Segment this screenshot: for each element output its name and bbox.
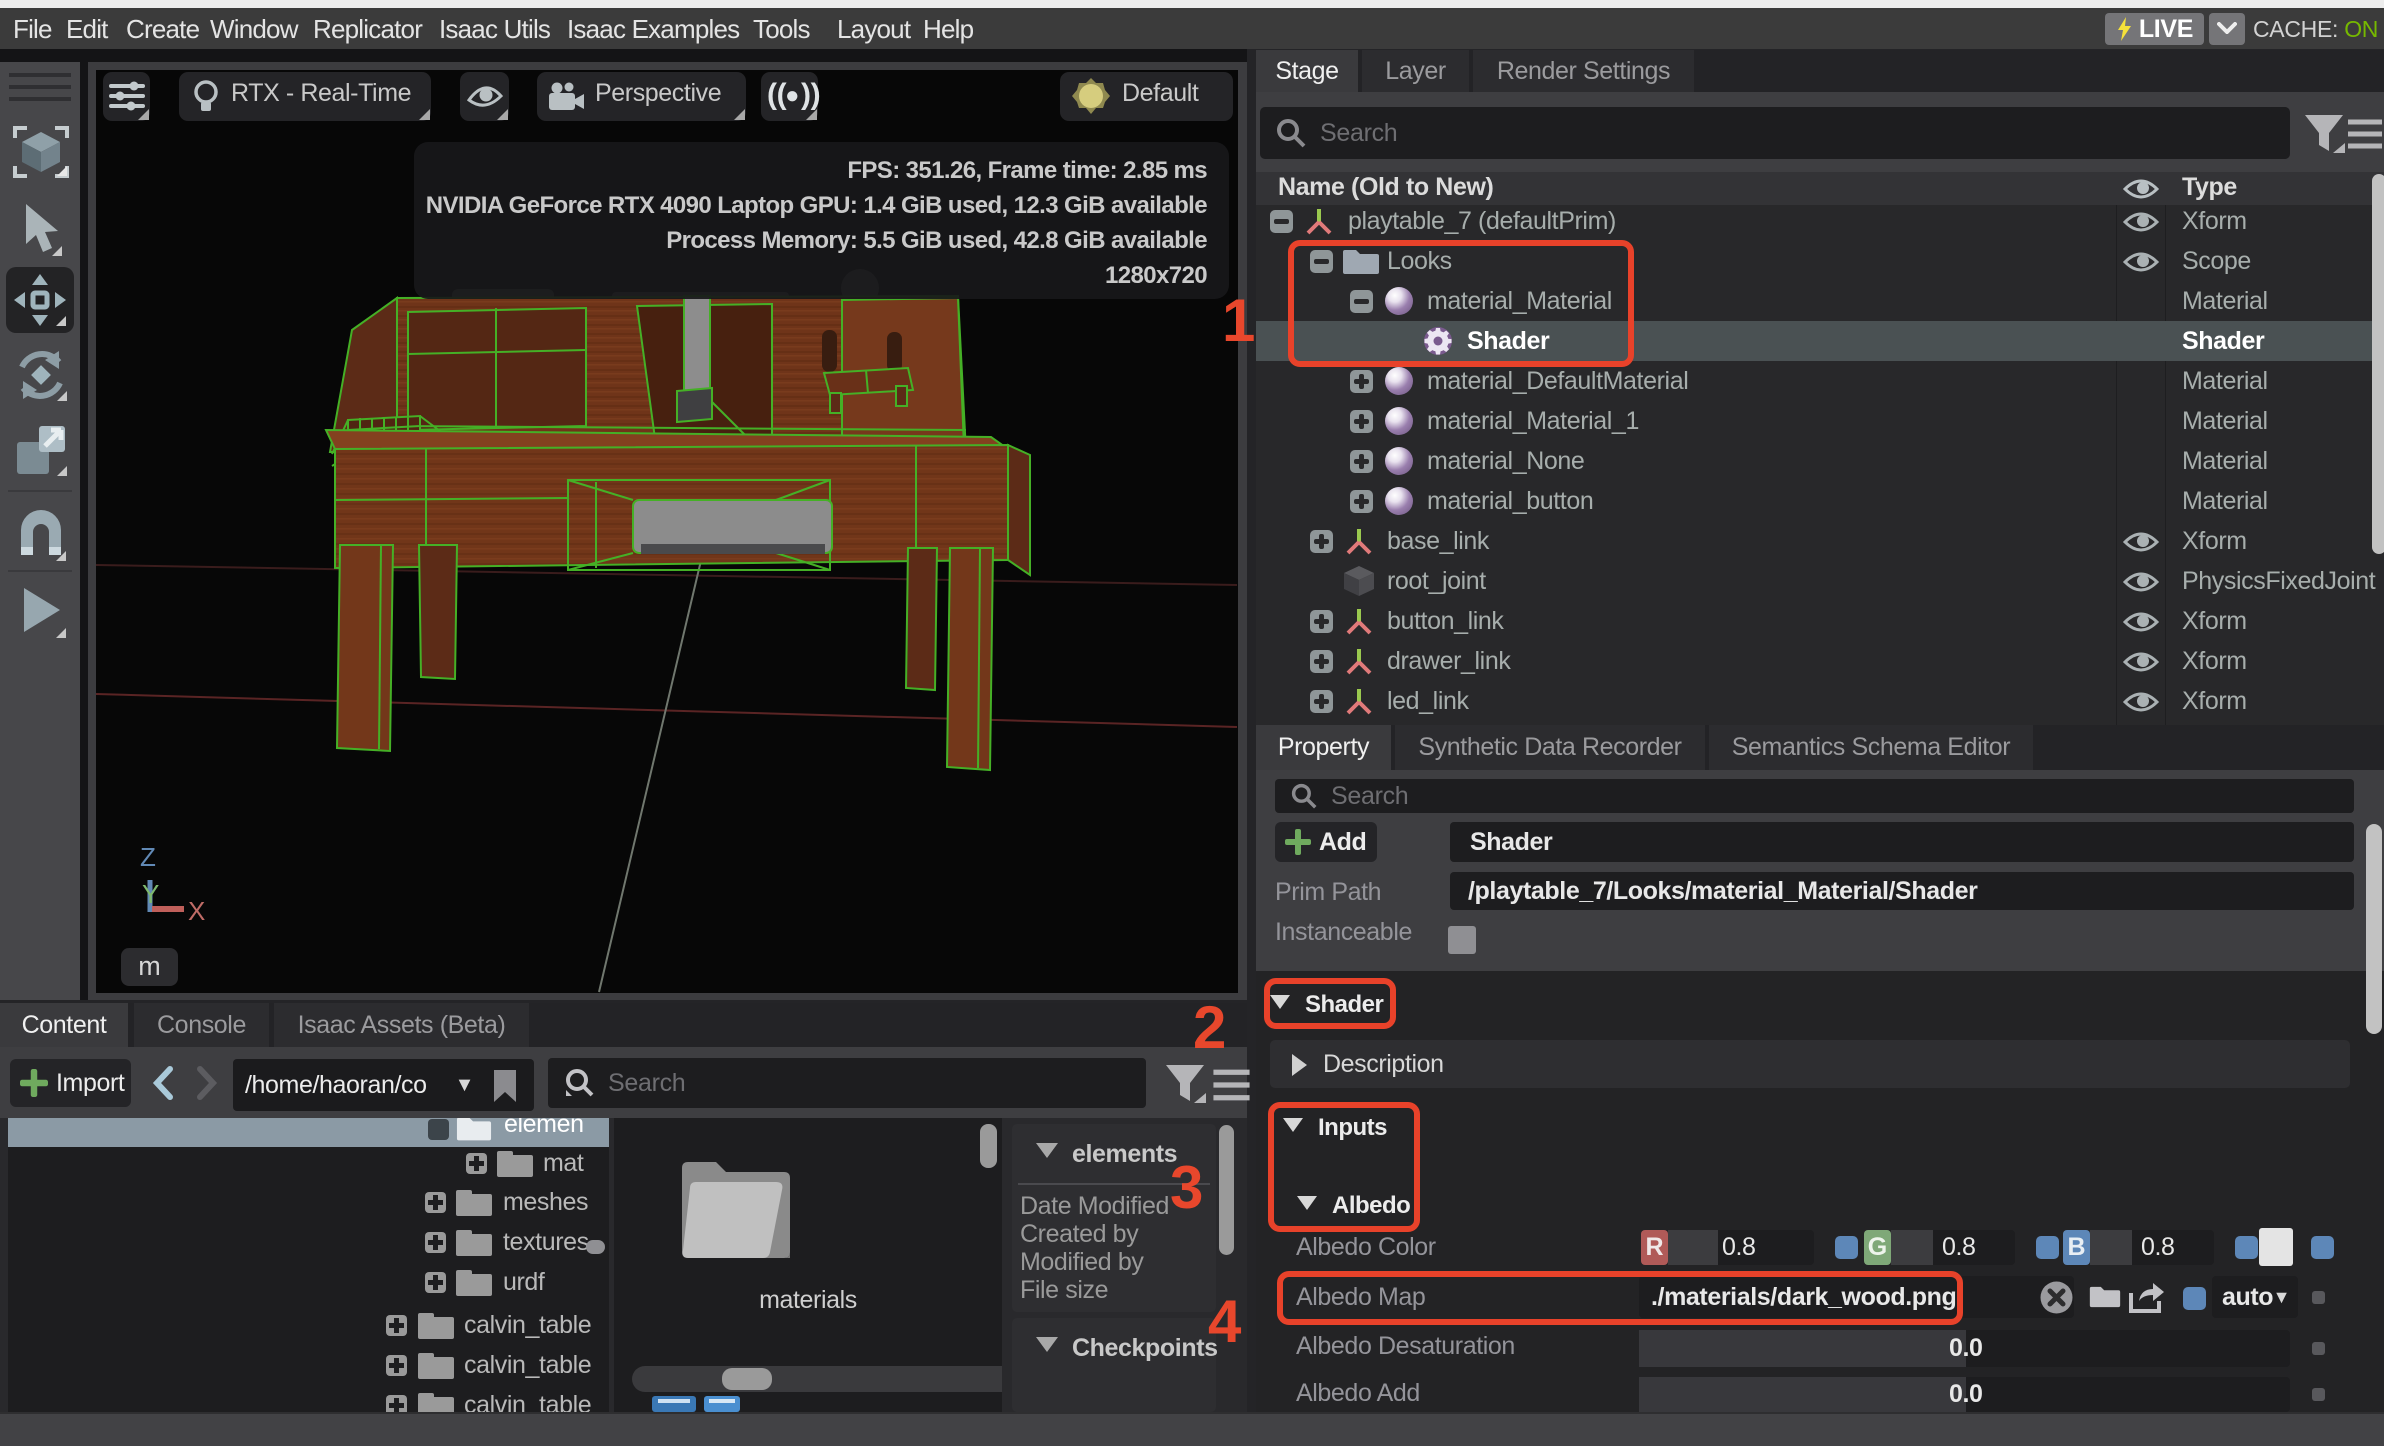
svg-text:Z: Z <box>140 842 156 872</box>
svg-text:Y: Y <box>142 879 159 909</box>
svg-text:X: X <box>188 896 205 926</box>
